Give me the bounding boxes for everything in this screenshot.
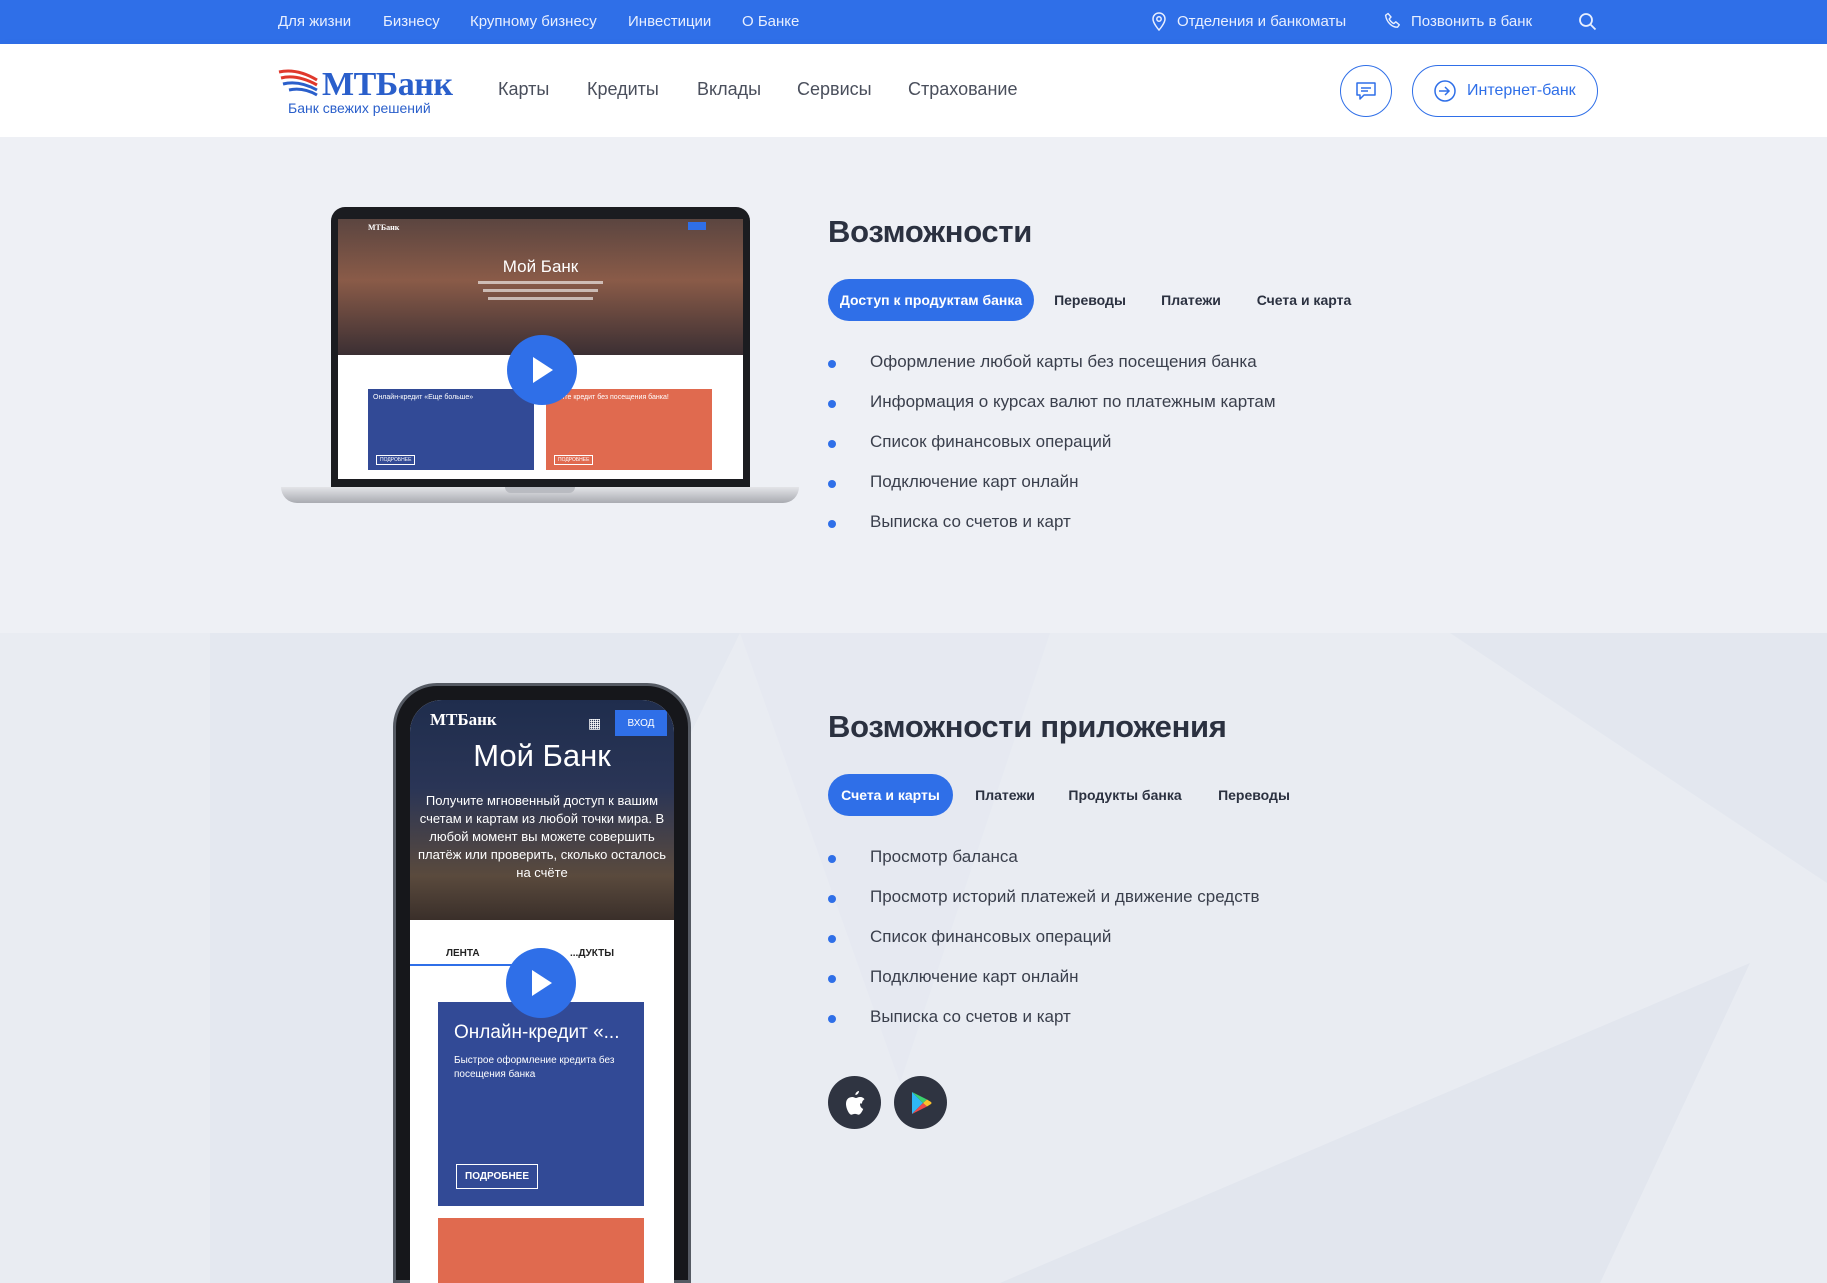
location-pin-icon [1152,12,1166,32]
tab-transfers[interactable]: Переводы [1040,279,1140,321]
phone-tab-products: ...ДУКТЫ [570,948,615,959]
list-item: Выписка со счетов и карт [828,1007,1071,1027]
nav-insurance[interactable]: Страхование [908,79,1017,100]
list-item: Просмотр баланса [828,847,1018,867]
phone-logo: МТБанк [430,710,497,729]
phone-video-play-button[interactable] [506,948,576,1018]
app-store-button[interactable] [828,1076,881,1129]
google-play-icon [911,1091,931,1114]
laptop-mockup: МТБанк Мой Банк Онлайн-кредит «Еще больш… [281,207,799,509]
nav-credits[interactable]: Кредиты [587,79,659,100]
app-features-title: Возможности приложения [828,709,1227,744]
features-title: Возможности [828,214,1033,249]
tab-accounts-cards[interactable]: Счета и карты [828,774,953,816]
topbar-link-investments[interactable]: Инвестиции [628,13,711,30]
tab-accounts-card[interactable]: Счета и карта [1244,279,1364,321]
grid-icon: ▦ [588,715,602,731]
features-section [0,137,1827,633]
laptop-card-offer: ...чите кредит без посещения банка! ПОДР… [546,389,712,470]
google-play-button[interactable] [894,1076,947,1129]
tab-app-payments[interactable]: Платежи [962,774,1048,816]
logo-text[interactable]: МТБанк [322,66,453,104]
topbar-link-branches[interactable]: Отделения и банкоматы [1177,13,1346,30]
list-item: Подключение карт онлайн [828,967,1078,987]
topbar-link-life[interactable]: Для жизни [278,13,351,30]
main-header: МТБанк Банк свежих решений Карты Кредиты… [0,44,1827,137]
phone-card-credit: Онлайн-кредит «... Быстрое оформление кр… [438,1002,644,1206]
topbar-link-about[interactable]: О Банке [742,13,799,30]
phone-login-button: ВХОД [615,710,667,736]
search-icon[interactable] [1578,12,1597,31]
laptop-hero-title: Мой Банк [502,257,579,276]
phone-hero-title: Мой Банк [473,738,611,773]
nav-services[interactable]: Сервисы [797,79,872,100]
topbar-link-corporate[interactable]: Крупному бизнесу [470,13,597,30]
phone-tab-feed: ЛЕНТА [446,948,480,959]
phone-hero-text: Получите мгновенный доступ к вашим счета… [417,793,667,880]
list-item: Просмотр историй платежей и движение сре… [828,887,1260,907]
tab-bank-products[interactable]: Доступ к продуктам банка [828,279,1034,321]
laptop-logo: МТБанк [368,223,400,232]
list-item: Выписка со счетов и карт [828,512,1071,532]
laptop-video-play-button[interactable] [507,335,577,405]
tab-app-transfers[interactable]: Переводы [1204,774,1304,816]
top-bar: Для жизни Бизнесу Крупному бизнесу Инвес… [0,0,1827,44]
internet-bank-button[interactable]: Интернет-банк [1412,65,1598,117]
play-icon [533,357,553,383]
tab-bank-products-app[interactable]: Продукты банка [1060,774,1190,816]
phone-icon [1384,12,1400,28]
list-item: Информация о курсах валют по платежным к… [828,392,1276,412]
nav-deposits[interactable]: Вклады [697,79,761,100]
laptop-card-credit: Онлайн-кредит «Еще больше» ПОДРОБНЕЕ [368,389,534,470]
nav-cards[interactable]: Карты [498,79,549,100]
list-item: Список финансовых операций [828,432,1111,452]
tab-payments[interactable]: Платежи [1148,279,1234,321]
login-arrow-icon [1434,80,1456,102]
topbar-link-business[interactable]: Бизнесу [383,13,440,30]
list-item: Оформление любой карты без посещения бан… [828,352,1257,372]
chat-button[interactable] [1340,65,1392,117]
chat-icon [1356,82,1376,100]
topbar-link-call[interactable]: Позвонить в банк [1411,13,1532,30]
list-item: Список финансовых операций [828,927,1111,947]
apple-icon [845,1090,864,1115]
logo-mark-icon [278,69,318,97]
internet-bank-label: Интернет-банк [1467,82,1576,99]
play-icon [532,970,552,996]
logo-slogan: Банк свежих решений [288,100,431,116]
list-item: Подключение карт онлайн [828,472,1078,492]
